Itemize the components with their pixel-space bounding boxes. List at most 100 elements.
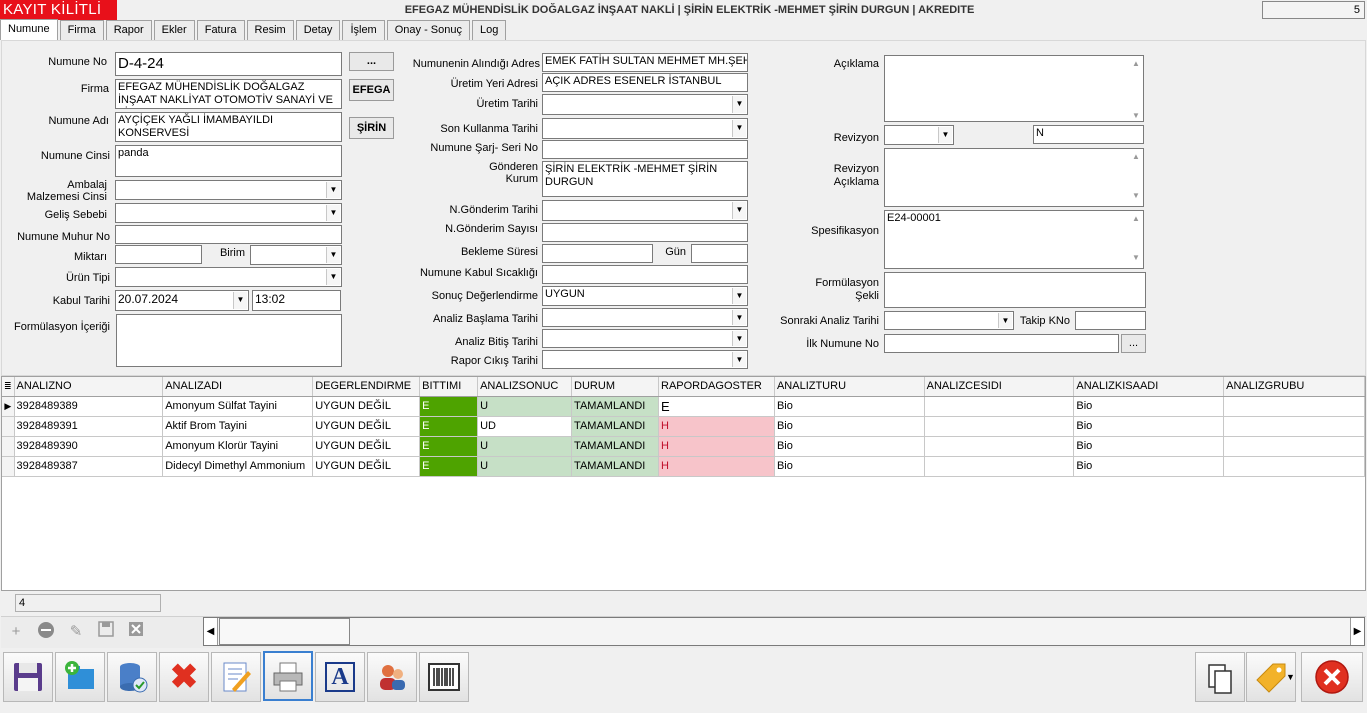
numune-cinsi-field[interactable]: panda bbox=[115, 145, 342, 177]
firma-field[interactable]: EFEGAZ MÜHENDİSLİK DOĞALGAZ İNŞAAT NAKLİ… bbox=[115, 79, 342, 109]
cell-analizkisaadi[interactable]: Bio bbox=[1073, 396, 1225, 417]
miktar-field[interactable] bbox=[115, 245, 202, 264]
col-analizkisaadi[interactable]: ANALIZKISAADI bbox=[1073, 377, 1225, 397]
chevron-down-icon[interactable]: ▼ bbox=[732, 288, 746, 304]
cell-bittimi[interactable]: E bbox=[419, 396, 479, 417]
formulasyon-icerigi-field[interactable] bbox=[116, 314, 342, 367]
chevron-down-icon[interactable]: ▼ bbox=[233, 292, 247, 309]
ngonderim-sayisi-field[interactable] bbox=[542, 223, 748, 242]
cell-analizturu[interactable]: Bio bbox=[774, 436, 925, 457]
cell-analizno[interactable]: 3928489390 bbox=[14, 436, 164, 457]
cell-durum[interactable]: TAMAMLANDI bbox=[571, 456, 659, 477]
scroll-left-icon[interactable]: ◀ bbox=[204, 618, 218, 645]
sonraki-analiz-picker[interactable]: ▼ bbox=[884, 311, 1014, 330]
rapor-cikis-picker[interactable]: ▼ bbox=[542, 350, 748, 369]
cell-analizturu[interactable]: Bio bbox=[774, 456, 925, 477]
cell-analizkisaadi[interactable]: Bio bbox=[1073, 456, 1225, 477]
numune-adi-field[interactable]: AYÇİÇEK YAĞLI İMAMBAYILDI KONSERVESİ bbox=[115, 112, 342, 142]
tab-detay[interactable]: Detay bbox=[295, 20, 341, 40]
cell-degerlendirme[interactable]: UYGUN DEĞİL bbox=[312, 396, 421, 417]
col-analizadi[interactable]: ANALIZADI bbox=[162, 377, 314, 397]
gun-field[interactable] bbox=[691, 244, 748, 263]
takip-kno-field[interactable] bbox=[1075, 311, 1146, 330]
chevron-down-icon[interactable]: ▼ bbox=[326, 205, 340, 221]
cell-durum[interactable]: TAMAMLANDI bbox=[571, 416, 659, 437]
cell-analizturu[interactable]: Bio bbox=[774, 396, 925, 417]
col-bittimi[interactable]: BITTIMI bbox=[419, 377, 479, 397]
tab-rapor[interactable]: Rapor bbox=[105, 20, 152, 40]
table-row[interactable]: 3928489390 Amonyum Klorür Tayini UYGUN D… bbox=[2, 436, 1365, 457]
plus-icon[interactable]: + bbox=[5, 621, 27, 643]
cell-analizcesidi[interactable] bbox=[924, 436, 1075, 457]
chevron-down-icon[interactable]: ▼ bbox=[732, 202, 746, 219]
scrollbar[interactable]: ▲ ▼ bbox=[1130, 57, 1142, 120]
floppy-icon[interactable] bbox=[3, 652, 53, 702]
ilk-numune-field[interactable] bbox=[884, 334, 1119, 353]
sonuc-degerlendirme-dropdown[interactable]: UYGUN ▼ bbox=[542, 286, 748, 306]
alindigi-adres-field[interactable]: EMEK FATİH SULTAN MEHMET MH.ŞEH bbox=[542, 53, 748, 72]
grid-menu-icon[interactable]: ≣ bbox=[2, 377, 15, 397]
database-icon[interactable] bbox=[107, 652, 157, 702]
cell-analizturu[interactable]: Bio bbox=[774, 416, 925, 437]
cell-analizadi[interactable]: Didecyl Dimethyl Ammonium bbox=[162, 456, 314, 477]
cell-rapordagoster[interactable]: H bbox=[658, 456, 775, 477]
scroll-thumb[interactable] bbox=[219, 618, 350, 645]
cell-durum[interactable]: TAMAMLANDI bbox=[571, 396, 659, 417]
cell-analizgrubu[interactable] bbox=[1223, 416, 1365, 437]
cell-analizcesidi[interactable] bbox=[924, 396, 1075, 417]
cell-analizsonuc[interactable]: U bbox=[477, 396, 573, 417]
aciklama-field[interactable]: ▲ ▼ bbox=[884, 55, 1144, 122]
urun-tipi-dropdown[interactable]: ▼ bbox=[115, 267, 342, 287]
copy-icon[interactable] bbox=[1195, 652, 1245, 702]
col-analizcesidi[interactable]: ANALIZCESIDI bbox=[924, 377, 1075, 397]
edit-document-icon[interactable] bbox=[211, 652, 261, 702]
analiz-bitis-picker[interactable]: ▼ bbox=[542, 329, 748, 348]
cancel-icon[interactable] bbox=[125, 621, 147, 643]
horizontal-scrollbar[interactable]: ◀ ▶ bbox=[203, 617, 1365, 646]
tab-ekler[interactable]: Ekler bbox=[153, 20, 195, 40]
birim-dropdown[interactable]: ▼ bbox=[250, 245, 342, 265]
formulasyon-sekli-field[interactable] bbox=[884, 272, 1146, 308]
scroll-right-icon[interactable]: ▶ bbox=[1350, 618, 1364, 645]
users-icon[interactable] bbox=[367, 652, 417, 702]
cell-analizcesidi[interactable] bbox=[924, 416, 1075, 437]
sirin-button[interactable]: ŞİRİN bbox=[349, 117, 394, 139]
chevron-down-icon[interactable]: ▼ bbox=[732, 352, 746, 367]
cell-analizadi[interactable]: Amonyum Klorür Tayini bbox=[162, 436, 314, 457]
cell-analizsonuc[interactable]: U bbox=[477, 436, 573, 457]
ilk-numune-lookup-button[interactable]: ... bbox=[1121, 334, 1146, 353]
chevron-down-icon[interactable]: ▼ bbox=[732, 331, 746, 346]
cell-bittimi[interactable]: E bbox=[419, 456, 479, 477]
cell-analizno[interactable]: 3928489389 bbox=[14, 396, 164, 417]
ngonderim-tarihi-picker[interactable]: ▼ bbox=[542, 200, 748, 221]
kabul-saat-field[interactable]: 13:02 bbox=[252, 290, 341, 311]
tab-onay-sonuc[interactable]: Onay - Sonuç bbox=[386, 20, 470, 40]
tab-log[interactable]: Log bbox=[471, 20, 507, 40]
cell-rapordagoster[interactable]: H bbox=[658, 436, 775, 457]
edit-icon[interactable]: ✎ bbox=[65, 621, 87, 643]
muhur-no-field[interactable] bbox=[115, 225, 342, 244]
numune-no-field[interactable]: D-4-24 bbox=[115, 52, 342, 76]
col-analizsonuc[interactable]: ANALIZSONUC bbox=[477, 377, 573, 397]
tag-dropdown-icon[interactable]: ▼ bbox=[1286, 672, 1295, 682]
revizyon-flag-field[interactable]: N bbox=[1033, 125, 1144, 144]
delete-icon[interactable]: ✖ bbox=[159, 652, 209, 702]
cell-rapordagoster[interactable]: H bbox=[658, 416, 775, 437]
tab-firma[interactable]: Firma bbox=[59, 20, 104, 40]
cell-analizkisaadi[interactable]: Bio bbox=[1073, 416, 1225, 437]
chevron-down-icon[interactable]: ▼ bbox=[732, 120, 746, 137]
col-durum[interactable]: DURUM bbox=[571, 377, 659, 397]
kabul-tarihi-picker[interactable]: 20.07.2024 ▼ bbox=[115, 290, 249, 311]
revizyon-aciklama-field[interactable]: ▲ ▼ bbox=[884, 148, 1144, 207]
gelis-sebebi-dropdown[interactable]: ▼ bbox=[115, 203, 342, 223]
uretim-tarihi-picker[interactable]: ▼ bbox=[542, 94, 748, 115]
table-row[interactable]: 3928489387 Didecyl Dimethyl Ammonium UYG… bbox=[2, 456, 1365, 477]
numune-lookup-button[interactable]: ... bbox=[349, 52, 394, 71]
uretim-yeri-field[interactable]: AÇIK ADRES ESENELR İSTANBUL bbox=[542, 73, 748, 92]
cell-durum[interactable]: TAMAMLANDI bbox=[571, 436, 659, 457]
cell-analizgrubu[interactable] bbox=[1223, 396, 1365, 417]
new-folder-icon[interactable] bbox=[55, 652, 105, 702]
cell-analizsonuc[interactable]: UD bbox=[477, 416, 573, 437]
col-analizturu[interactable]: ANALIZTURU bbox=[774, 377, 925, 397]
cell-degerlendirme[interactable]: UYGUN DEĞİL bbox=[312, 436, 421, 457]
